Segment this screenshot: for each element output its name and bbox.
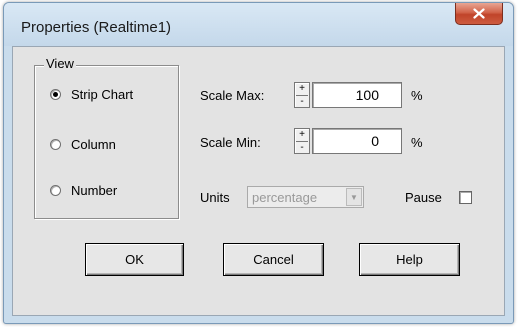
radio-strip-chart[interactable]: Strip Chart xyxy=(50,87,133,102)
spin-up-icon[interactable]: + xyxy=(299,129,305,140)
view-group-legend: View xyxy=(44,56,76,71)
close-icon xyxy=(473,8,485,19)
units-dropdown[interactable]: percentage ▼ xyxy=(247,186,364,208)
units-selected: percentage xyxy=(252,189,318,205)
scale-max-unit: % xyxy=(411,88,423,103)
spin-up-icon[interactable]: + xyxy=(299,83,305,94)
scale-max-spinner[interactable]: + - xyxy=(294,82,310,108)
scale-max-input[interactable] xyxy=(312,82,402,108)
pause-label: Pause xyxy=(405,190,442,205)
chevron-down-icon[interactable]: ▼ xyxy=(346,188,362,206)
radio-number[interactable]: Number xyxy=(50,183,117,198)
radio-button[interactable] xyxy=(50,185,61,196)
units-label: Units xyxy=(200,190,230,205)
window-title: Properties (Realtime1) xyxy=(21,19,172,36)
cancel-button[interactable]: Cancel xyxy=(223,243,324,276)
scale-min-spinner[interactable]: + - xyxy=(294,128,310,154)
radio-label: Strip Chart xyxy=(71,87,134,102)
radio-button-checked[interactable] xyxy=(50,89,61,100)
dialog-body: View Strip Chart Column Number Scale Max… xyxy=(12,46,505,316)
view-group: View Strip Chart Column Number xyxy=(34,56,179,219)
close-button[interactable] xyxy=(455,3,503,25)
scale-min-input[interactable] xyxy=(312,128,402,154)
scale-min-unit: % xyxy=(411,135,423,150)
ok-button[interactable]: OK xyxy=(85,243,184,276)
properties-dialog: Properties (Realtime1) View Strip Chart … xyxy=(3,2,514,324)
radio-button[interactable] xyxy=(50,139,61,150)
scale-min-label: Scale Min: xyxy=(200,135,261,150)
help-button[interactable]: Help xyxy=(359,243,460,276)
radio-label: Column xyxy=(71,137,116,152)
radio-label: Number xyxy=(71,183,118,198)
scale-max-label: Scale Max: xyxy=(200,88,265,103)
spin-down-icon[interactable]: - xyxy=(300,142,303,153)
spin-down-icon[interactable]: - xyxy=(300,96,303,107)
pause-checkbox[interactable] xyxy=(459,191,472,204)
radio-column[interactable]: Column xyxy=(50,137,116,152)
title-bar[interactable]: Properties (Realtime1) xyxy=(4,3,513,46)
